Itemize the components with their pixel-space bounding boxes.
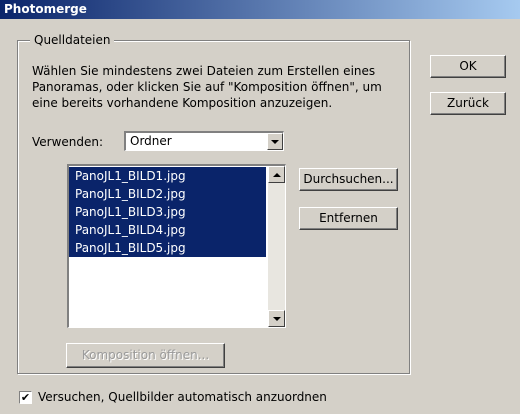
browse-button[interactable]: Durchsuchen... (299, 168, 398, 191)
list-item[interactable]: PanoJL1_BILD5.jpg (69, 239, 266, 257)
use-label: Verwenden: (32, 135, 104, 149)
auto-arrange-checkbox[interactable]: ✔ (19, 391, 32, 404)
list-scrollbar[interactable] (268, 166, 285, 327)
scroll-down-button[interactable] (268, 310, 285, 327)
scroll-up-button[interactable] (268, 166, 285, 183)
list-item[interactable]: PanoJL1_BILD3.jpg (69, 203, 266, 221)
arrow-down-icon (272, 316, 281, 321)
open-composition-button[interactable]: Komposition öffnen... (66, 343, 225, 368)
arrow-up-icon (272, 172, 281, 177)
remove-button[interactable]: Entfernen (299, 207, 398, 230)
source-files-legend: Quelldateien (30, 33, 115, 47)
use-select[interactable]: Ordner (124, 131, 284, 151)
list-item[interactable]: PanoJL1_BILD4.jpg (69, 221, 266, 239)
back-button[interactable]: Zurück (430, 92, 506, 115)
window-title: Photomerge (4, 2, 87, 16)
instructions-text: Wählen Sie mindestens zwei Dateien zum E… (32, 64, 382, 110)
file-list: PanoJL1_BILD1.jpg PanoJL1_BILD2.jpg Pano… (69, 167, 266, 257)
list-item[interactable]: PanoJL1_BILD2.jpg (69, 185, 266, 203)
title-bar[interactable]: Photomerge (0, 0, 520, 19)
ok-button[interactable]: OK (430, 55, 506, 78)
file-listbox[interactable]: PanoJL1_BILD1.jpg PanoJL1_BILD2.jpg Pano… (67, 164, 286, 328)
auto-arrange-label: Versuchen, Quellbilder automatisch anzuo… (38, 390, 327, 404)
use-select-value: Ordner (130, 134, 172, 148)
chevron-down-icon (271, 139, 279, 144)
dropdown-button[interactable] (267, 133, 283, 150)
list-item[interactable]: PanoJL1_BILD1.jpg (69, 167, 266, 185)
